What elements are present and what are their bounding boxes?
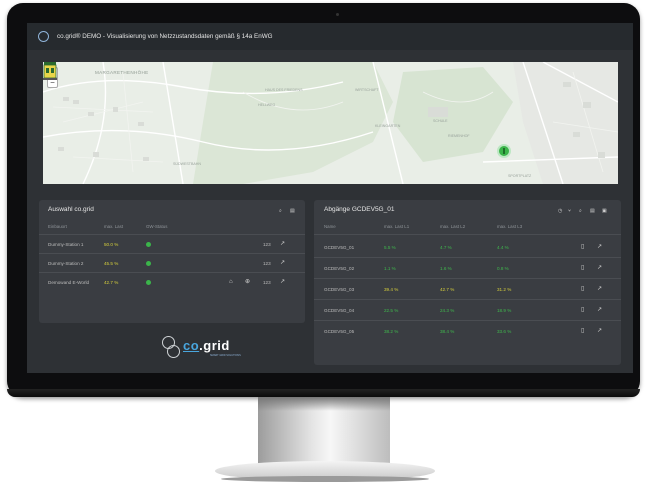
- load-l3: 18.9 %: [497, 308, 512, 313]
- home-icon[interactable]: ⌂: [229, 279, 233, 285]
- column-header[interactable]: max. Last L1: [384, 224, 409, 229]
- branch-icon[interactable]: ⑂: [568, 208, 571, 214]
- map-label-district: MARGARETHENHÖHE: [95, 70, 149, 75]
- column-header[interactable]: Einbauort: [48, 224, 67, 229]
- feeder-name: GCDEV5G_02: [324, 266, 355, 271]
- logo-ring-icon: [167, 345, 180, 358]
- divider: [314, 257, 621, 258]
- logo-tagline: SMART GRID SOLUTIONS: [210, 354, 241, 357]
- zoom-icon[interactable]: ⊕: [245, 279, 250, 285]
- load-l1: 22.5 %: [384, 308, 399, 313]
- feeder-name: GCDEV5G_04: [324, 308, 355, 313]
- load-l3: 33.6 %: [497, 329, 512, 334]
- load-l1: 5.5 %: [384, 245, 396, 250]
- stand-shadow: [258, 397, 390, 411]
- map-view[interactable]: + − MARGARETHENHÖHE HAUS DES FRIEDENS HE…: [43, 62, 618, 184]
- load-l1: 1.1 %: [384, 266, 396, 271]
- panel-title: Auswahl co.grid: [48, 206, 94, 213]
- divider: [314, 320, 621, 321]
- gateway-status-dot: [146, 242, 151, 247]
- menu-icon[interactable]: ▤: [290, 208, 295, 214]
- map-label: RIEMENHOF: [448, 134, 470, 138]
- divider: [39, 253, 305, 254]
- map-label: SÜDWESTBAHN: [173, 162, 201, 166]
- count-badge: 123: [263, 280, 271, 285]
- load-l2: 24.3 %: [440, 308, 455, 313]
- map-label: WIRTSCHAFT: [355, 88, 379, 92]
- feeders-panel: Abgänge GCDEV5G_01 ◷ ⑂ ⌕ ▤ ▣ Name max. L…: [314, 200, 621, 365]
- trend-icon[interactable]: ↗: [597, 265, 602, 271]
- search-icon[interactable]: ⌕: [579, 208, 582, 214]
- selection-panel: Auswahl co.grid ⌕ ▤ Einbauort max. Last …: [39, 200, 305, 323]
- logo-wordmark: co.grid: [183, 338, 230, 353]
- load-l3: 0.8 %: [497, 266, 509, 271]
- map-label: HAUS DES FRIEDENS: [265, 88, 303, 92]
- column-header[interactable]: max. Last L2: [440, 224, 465, 229]
- load-l2: 4.7 %: [440, 245, 452, 250]
- search-icon[interactable]: ⌕: [279, 208, 282, 214]
- divider: [314, 278, 621, 279]
- map-label: SPORTPLATZ: [508, 174, 532, 178]
- load-l3: 31.2 %: [497, 287, 512, 292]
- menu-icon[interactable]: ▤: [590, 208, 595, 214]
- trend-icon[interactable]: ↗: [597, 244, 602, 250]
- map-streets: [43, 62, 618, 184]
- map-label: SCHULE: [433, 119, 448, 123]
- app-title: co.grid® DEMO - Visualisierung von Netzz…: [57, 33, 273, 40]
- map-label: HELLWEG: [258, 103, 276, 107]
- max-load: 50.0 %: [104, 242, 119, 247]
- load-l1: 39.4 %: [384, 287, 399, 292]
- feeder-name: GCDEV5G_01: [324, 245, 355, 250]
- load-l2: 1.6 %: [440, 266, 452, 271]
- gateway-status-dot: [146, 280, 151, 285]
- cogrid-logo: co.grid SMART GRID SOLUTIONS: [162, 333, 242, 361]
- trend-icon[interactable]: ↗: [597, 328, 602, 334]
- panel-title: Abgänge GCDEV5G_01: [324, 206, 395, 213]
- feeder-name: GCDEV5G_03: [324, 287, 355, 292]
- trend-icon[interactable]: ↗: [597, 286, 602, 292]
- trend-icon[interactable]: ↗: [597, 307, 602, 313]
- map-label: KLEINGARTEN: [375, 124, 401, 128]
- load-l2: 42.7 %: [440, 287, 455, 292]
- meter-icon[interactable]: ▯: [581, 307, 584, 313]
- column-header[interactable]: Name: [324, 224, 336, 229]
- divider: [314, 299, 621, 300]
- divider: [39, 234, 305, 235]
- max-load: 42.7 %: [104, 280, 119, 285]
- app-header: co.grid® DEMO - Visualisierung von Netzz…: [27, 23, 633, 50]
- feeder-name: GCDEV5G_05: [324, 329, 355, 334]
- station-name: Dummy-Station 1: [48, 242, 84, 247]
- camera-dot: [336, 13, 339, 16]
- load-l3: 4.4 %: [497, 245, 509, 250]
- divider: [314, 234, 621, 235]
- substation-icon[interactable]: [43, 62, 57, 80]
- load-l2: 38.4 %: [440, 329, 455, 334]
- meter-icon[interactable]: ▯: [581, 244, 584, 250]
- app-screen: co.grid® DEMO - Visualisierung von Netzz…: [27, 23, 633, 373]
- export-icon[interactable]: ▣: [602, 208, 607, 214]
- trend-icon[interactable]: ↗: [280, 260, 285, 266]
- load-l1: 38.2 %: [384, 329, 399, 334]
- power-marker-icon[interactable]: [497, 144, 511, 158]
- stand-base-edge: [221, 476, 429, 482]
- meter-icon[interactable]: ▯: [581, 265, 584, 271]
- trend-icon[interactable]: ↗: [280, 279, 285, 285]
- column-header[interactable]: GW-Status: [146, 224, 167, 229]
- max-load: 45.5 %: [104, 261, 119, 266]
- app-logo-icon[interactable]: [38, 31, 49, 42]
- count-badge: 123: [263, 242, 271, 247]
- column-header[interactable]: max. Last L3: [497, 224, 522, 229]
- meter-icon[interactable]: ▯: [581, 328, 584, 334]
- count-badge: 123: [263, 261, 271, 266]
- station-name: Demowand E-World: [48, 280, 90, 285]
- trend-icon[interactable]: ↗: [280, 241, 285, 247]
- station-name: Dummy-Station 2: [48, 261, 84, 266]
- history-icon[interactable]: ◷: [558, 208, 562, 214]
- divider: [39, 272, 305, 273]
- meter-icon[interactable]: ▯: [581, 286, 584, 292]
- gateway-status-dot: [146, 261, 151, 266]
- column-header[interactable]: max. Last: [104, 224, 123, 229]
